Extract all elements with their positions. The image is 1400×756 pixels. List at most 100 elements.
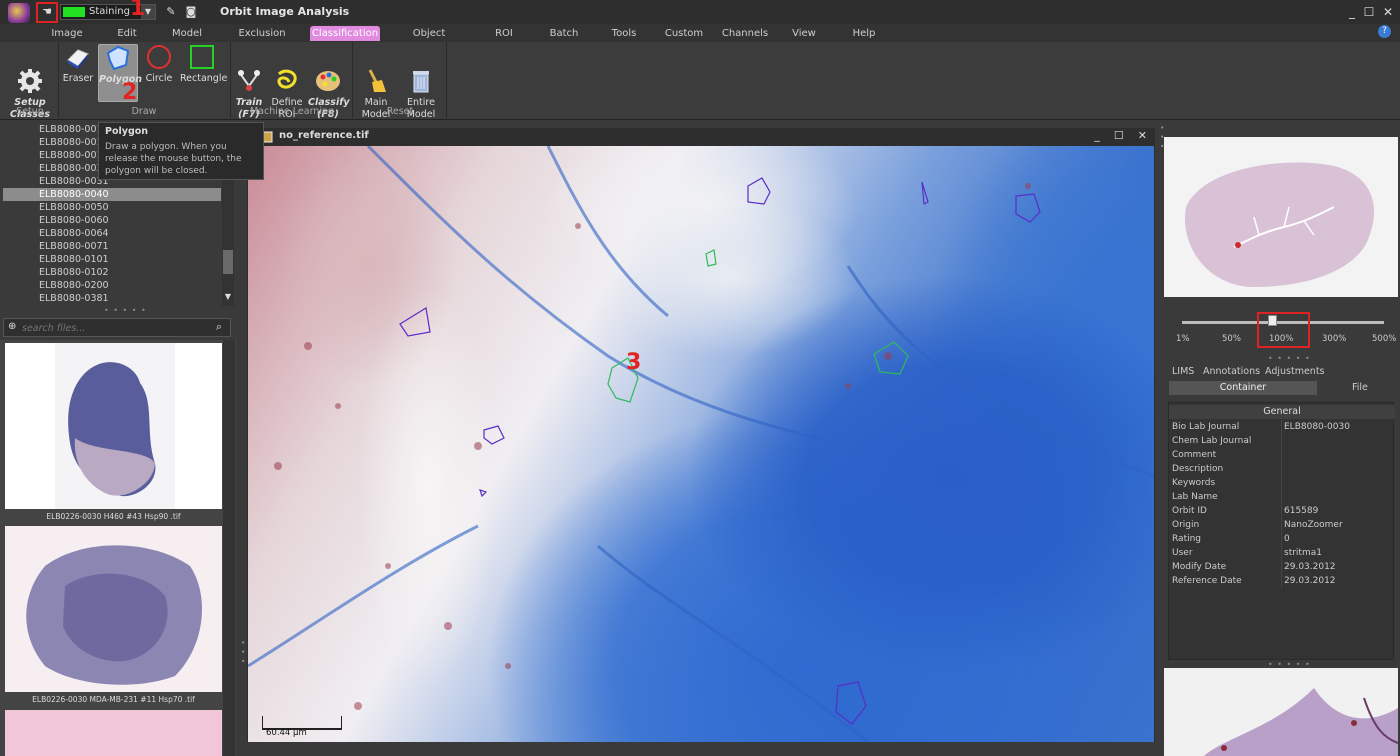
table-row[interactable]: Description xyxy=(1169,462,1395,476)
tab-help[interactable]: Help xyxy=(846,26,882,41)
tab-container[interactable]: Container xyxy=(1169,381,1317,395)
zoom-highlight-box xyxy=(1257,312,1310,348)
table-row[interactable]: Lab Name xyxy=(1169,490,1395,504)
splitter-grip[interactable]: • • • • • xyxy=(1268,354,1311,363)
property-key: Reference Date xyxy=(1172,576,1242,586)
gear-icon xyxy=(16,56,44,93)
trash-icon xyxy=(407,56,435,93)
thumbnail-image[interactable] xyxy=(5,526,222,692)
thumbnail-image[interactable] xyxy=(5,343,222,509)
search-bar: ⊕ ⌕ xyxy=(3,318,231,337)
tab-object-detection[interactable]: Object Detection xyxy=(388,26,470,54)
property-key: Comment xyxy=(1172,450,1217,460)
list-item[interactable]: ELB8080-0381 xyxy=(3,292,221,305)
tab-roi[interactable]: ROI xyxy=(488,26,520,41)
thumbnail-scrollbar[interactable] xyxy=(223,340,235,756)
chevron-down-icon[interactable]: ▼ xyxy=(222,292,234,304)
image-window-controls: _ ☐ ✕ xyxy=(1094,129,1147,142)
scrollbar-thumb[interactable] xyxy=(223,250,233,274)
property-key: Keywords xyxy=(1172,478,1216,488)
binoculars-icon[interactable]: ◙ xyxy=(182,4,200,20)
close-icon[interactable]: ✕ xyxy=(1380,4,1396,20)
property-value: NanoZoomer xyxy=(1284,520,1343,530)
train-icon xyxy=(235,56,263,91)
table-row[interactable]: Keywords xyxy=(1169,476,1395,490)
property-key: Description xyxy=(1172,464,1224,474)
properties-header: General xyxy=(1169,405,1395,419)
eraser-button[interactable]: Eraser xyxy=(62,44,94,85)
detail-preview[interactable] xyxy=(1164,668,1398,756)
table-row[interactable]: Orbit ID 615589 xyxy=(1169,504,1395,518)
properties-table: General Bio Lab Journal ELB8080-0030 Chem… xyxy=(1168,402,1395,660)
image-canvas[interactable]: 60.44 µm xyxy=(248,146,1154,742)
tab-edit[interactable]: Edit xyxy=(108,26,146,41)
list-item[interactable]: ELB8080-0064 xyxy=(3,227,221,240)
table-row[interactable]: Comment xyxy=(1169,448,1395,462)
zoom-tick: 300% xyxy=(1322,334,1347,344)
table-row[interactable]: Reference Date 29.03.2012 xyxy=(1169,574,1395,588)
list-item[interactable]: ELB8080-0101 xyxy=(3,253,221,266)
property-key: Chem Lab Journal xyxy=(1172,436,1252,446)
tab-model[interactable]: Model xyxy=(166,26,208,41)
close-icon[interactable]: ✕ xyxy=(1138,129,1147,142)
tab-tools[interactable]: Tools xyxy=(604,26,644,41)
zoom-tick: 1% xyxy=(1176,334,1190,344)
search-input[interactable] xyxy=(22,321,202,335)
tab-custom[interactable]: Custom xyxy=(662,26,706,41)
maximize-icon[interactable]: ☐ xyxy=(1361,4,1377,20)
property-value: 0 xyxy=(1284,534,1290,544)
roi-lasso-icon xyxy=(273,56,301,89)
group-ml-label: Machine Learning xyxy=(249,106,335,117)
tab-image[interactable]: Image xyxy=(46,26,88,41)
splitter-grip[interactable]: • • • • • xyxy=(104,306,147,315)
maximize-icon[interactable]: ☐ xyxy=(1114,129,1124,142)
table-row[interactable]: Rating 0 xyxy=(1169,532,1395,546)
minimize-icon[interactable]: _ xyxy=(1094,129,1100,142)
add-icon[interactable]: ⊕ xyxy=(8,321,16,332)
help-icon[interactable]: ? xyxy=(1378,25,1391,38)
tab-lims[interactable]: LIMS xyxy=(1172,366,1194,377)
tab-adjustments[interactable]: Adjustments xyxy=(1265,366,1325,377)
circle-button[interactable]: Circle xyxy=(142,44,176,85)
minimize-icon[interactable]: _ xyxy=(1344,4,1360,20)
table-row[interactable]: User stritma1 xyxy=(1169,546,1395,560)
group-divider xyxy=(58,42,59,118)
tab-channels[interactable]: Channels xyxy=(720,26,770,41)
staining-label: Staining xyxy=(89,6,130,17)
step-marker-number: 3 xyxy=(626,350,642,375)
list-item[interactable]: ELB8080-0071 xyxy=(3,240,221,253)
list-item[interactable]: ELB8080-0050 xyxy=(3,201,221,214)
ribbon: Setup Classes Setup Eraser Polygon Circl… xyxy=(0,42,1400,120)
property-key: Modify Date xyxy=(1172,562,1227,572)
list-item[interactable]: ELB8080-0102 xyxy=(3,266,221,279)
group-setup-label: Setup xyxy=(16,106,44,117)
property-key: User xyxy=(1172,548,1193,558)
table-row[interactable]: Chem Lab Journal xyxy=(1169,434,1395,448)
tab-batch[interactable]: Batch xyxy=(544,26,584,41)
rectangle-button[interactable]: Rectangle xyxy=(180,44,227,85)
app-logo-icon[interactable] xyxy=(8,3,30,23)
tab-classification[interactable]: Classification xyxy=(310,26,380,41)
table-row[interactable]: Origin NanoZoomer xyxy=(1169,518,1395,532)
eraser-label: Eraser xyxy=(62,73,94,84)
overview-thumbnail[interactable] xyxy=(1164,137,1398,297)
tab-view[interactable]: View xyxy=(786,26,822,41)
app-title: Orbit Image Analysis xyxy=(220,5,350,18)
tab-annotations[interactable]: Annotations xyxy=(1203,366,1260,377)
table-row[interactable]: Modify Date 29.03.2012 xyxy=(1169,560,1395,574)
tab-file[interactable]: File xyxy=(1352,382,1368,393)
property-key: Rating xyxy=(1172,534,1202,544)
list-item[interactable]: ELB8080-0200 xyxy=(3,279,221,292)
zoom-tick: 500% xyxy=(1372,334,1397,344)
list-item-selected[interactable]: ELB8080-0040 xyxy=(3,188,221,201)
thumbnail-image[interactable] xyxy=(5,710,222,756)
pen-icon[interactable]: ✎ xyxy=(162,4,180,20)
splitter-grip[interactable]: • • • xyxy=(238,640,247,664)
search-icon[interactable]: ⌕ xyxy=(210,320,228,335)
table-row[interactable]: Bio Lab Journal ELB8080-0030 xyxy=(1169,420,1395,434)
list-item[interactable]: ELB8080-0060 xyxy=(3,214,221,227)
property-value: stritma1 xyxy=(1284,548,1322,558)
step-marker-number: 2 xyxy=(122,80,138,105)
palette-icon xyxy=(314,56,342,91)
tab-exclusion-model[interactable]: Exclusion Model xyxy=(222,26,302,54)
